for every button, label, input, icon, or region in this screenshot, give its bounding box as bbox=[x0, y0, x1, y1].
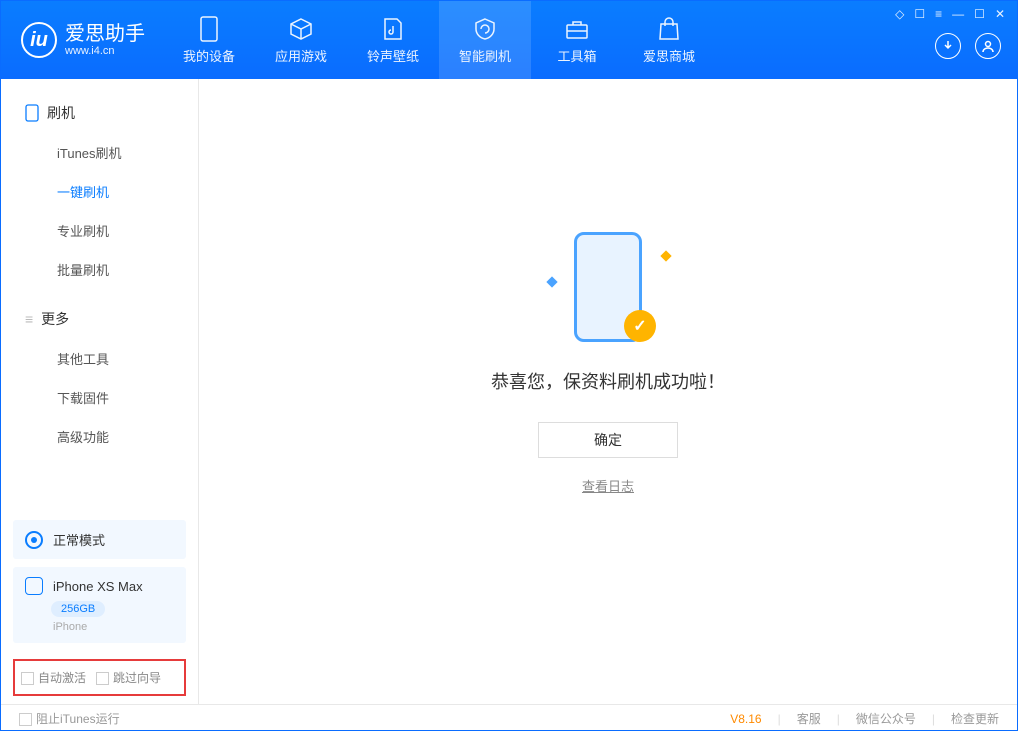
block-itunes-checkbox[interactable]: 阻止iTunes运行 bbox=[19, 710, 120, 727]
tab-tools[interactable]: 工具箱 bbox=[531, 1, 623, 79]
refresh-shield-icon bbox=[472, 16, 498, 42]
download-button[interactable] bbox=[935, 33, 961, 59]
tab-wallpaper[interactable]: 铃声壁纸 bbox=[347, 1, 439, 79]
app-name: 爱思助手 bbox=[65, 23, 145, 45]
app-url: www.i4.cn bbox=[65, 45, 145, 57]
user-button[interactable] bbox=[975, 33, 1001, 59]
window-controls: ◇ ☐ ≡ — ☐ ✕ bbox=[895, 7, 1005, 21]
check-update-link[interactable]: 检查更新 bbox=[951, 710, 999, 727]
auto-activate-checkbox[interactable]: 自动激活 bbox=[21, 669, 86, 686]
sidebar-group-more: ≡ 更多 bbox=[1, 299, 198, 339]
tab-flash[interactable]: 智能刷机 bbox=[439, 1, 531, 79]
ok-button[interactable]: 确定 bbox=[538, 422, 678, 458]
menu-icon[interactable]: ≡ bbox=[935, 7, 942, 21]
version-label: V8.16 bbox=[730, 712, 761, 726]
support-link[interactable]: 客服 bbox=[797, 710, 821, 727]
list-icon: ≡ bbox=[25, 311, 33, 327]
maximize-button[interactable]: ☐ bbox=[974, 7, 985, 21]
app-header: iu 爱思助手 www.i4.cn 我的设备 应用游戏 铃声壁纸 智能刷机 工具… bbox=[1, 1, 1017, 79]
logo-icon: iu bbox=[21, 22, 57, 58]
skin-icon[interactable]: ◇ bbox=[895, 7, 904, 21]
sidebar-item-other[interactable]: 其他工具 bbox=[1, 339, 198, 378]
phone-icon bbox=[196, 16, 222, 42]
storage-badge: 256GB bbox=[51, 601, 105, 617]
tab-apps[interactable]: 应用游戏 bbox=[255, 1, 347, 79]
sidebar-item-pro[interactable]: 专业刷机 bbox=[1, 211, 198, 250]
tab-device[interactable]: 我的设备 bbox=[163, 1, 255, 79]
sidebar-group-flash: 刷机 bbox=[1, 93, 198, 133]
device-type: iPhone bbox=[53, 621, 174, 633]
tab-store[interactable]: 爱思商城 bbox=[623, 1, 715, 79]
success-message: 恭喜您，保资料刷机成功啦！ bbox=[491, 368, 725, 394]
minimize-button[interactable]: — bbox=[952, 7, 964, 21]
view-log-link[interactable]: 查看日志 bbox=[582, 476, 634, 495]
bag-icon bbox=[656, 16, 682, 42]
sidebar-item-itunes[interactable]: iTunes刷机 bbox=[1, 133, 198, 172]
sidebar: 刷机 iTunes刷机 一键刷机 专业刷机 批量刷机 ≡ 更多 其他工具 下载固… bbox=[1, 79, 199, 704]
cube-icon bbox=[288, 16, 314, 42]
toolbox-icon bbox=[564, 16, 590, 42]
check-icon: ✓ bbox=[624, 310, 656, 342]
device-name: iPhone XS Max bbox=[53, 579, 143, 594]
music-file-icon bbox=[380, 16, 406, 42]
sidebar-item-firmware[interactable]: 下载固件 bbox=[1, 378, 198, 417]
wechat-link[interactable]: 微信公众号 bbox=[856, 710, 916, 727]
phone-small-icon bbox=[25, 104, 39, 122]
logo: iu 爱思助手 www.i4.cn bbox=[1, 1, 163, 79]
feedback-icon[interactable]: ☐ bbox=[914, 7, 925, 21]
sidebar-item-oneclick[interactable]: 一键刷机 bbox=[1, 172, 198, 211]
flash-options-highlighted: 自动激活 跳过向导 bbox=[13, 659, 186, 696]
footer: 阻止iTunes运行 V8.16 | 客服 | 微信公众号 | 检查更新 bbox=[1, 704, 1017, 732]
mode-icon bbox=[25, 531, 43, 549]
skip-guide-checkbox[interactable]: 跳过向导 bbox=[96, 669, 161, 686]
status-mode-card[interactable]: 正常模式 bbox=[13, 520, 186, 559]
close-button[interactable]: ✕ bbox=[995, 7, 1005, 21]
main-tabs: 我的设备 应用游戏 铃声壁纸 智能刷机 工具箱 爱思商城 bbox=[163, 1, 895, 79]
sidebar-item-batch[interactable]: 批量刷机 bbox=[1, 250, 198, 289]
main-content: ✓ 恭喜您，保资料刷机成功啦！ 确定 查看日志 bbox=[199, 79, 1017, 704]
sidebar-item-advanced[interactable]: 高级功能 bbox=[1, 417, 198, 456]
success-illustration: ✓ bbox=[538, 228, 678, 348]
device-icon bbox=[25, 577, 43, 595]
device-card[interactable]: iPhone XS Max 256GB iPhone bbox=[13, 567, 186, 643]
